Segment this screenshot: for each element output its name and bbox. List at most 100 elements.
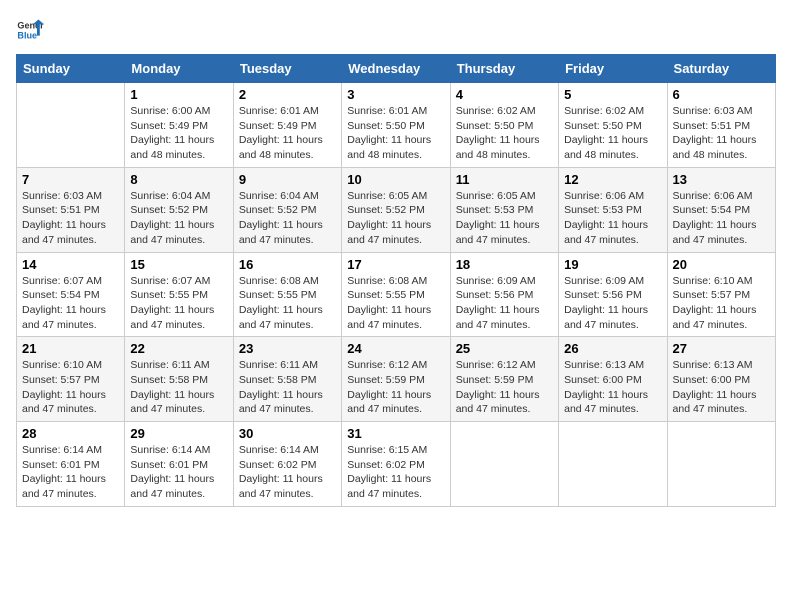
calendar-day-cell [17, 83, 125, 168]
day-number: 31 [347, 426, 444, 441]
calendar-header-cell: Wednesday [342, 55, 450, 83]
calendar-day-cell: 10 Sunrise: 6:05 AMSunset: 5:52 PMDayligh… [342, 167, 450, 252]
day-number: 23 [239, 341, 336, 356]
calendar-day-cell: 20 Sunrise: 6:10 AMSunset: 5:57 PMDayligh… [667, 252, 775, 337]
calendar-day-cell: 27Sunrise: 6:13 AMSunset: 6:00 PMDayligh… [667, 337, 775, 422]
calendar-day-cell: 31 Sunrise: 6:15 AMSunset: 6:02 PMDayligh… [342, 422, 450, 507]
calendar-day-cell: 14 Sunrise: 6:07 AMSunset: 5:54 PMDayligh… [17, 252, 125, 337]
calendar-day-cell: 4 Sunrise: 6:02 AMSunset: 5:50 PMDaylight… [450, 83, 558, 168]
calendar-header-cell: Thursday [450, 55, 558, 83]
day-number: 4 [456, 87, 553, 102]
day-info: Sunrise: 6:04 AMSunset: 5:52 PMDaylight:… [130, 189, 227, 248]
day-number: 9 [239, 172, 336, 187]
svg-text:Blue: Blue [17, 30, 37, 40]
day-number: 13 [673, 172, 770, 187]
calendar-day-cell: 8 Sunrise: 6:04 AMSunset: 5:52 PMDaylight… [125, 167, 233, 252]
calendar-header-cell: Friday [559, 55, 667, 83]
day-number: 27 [673, 341, 770, 356]
calendar-day-cell: 26 Sunrise: 6:13 AMSunset: 6:00 PMDayligh… [559, 337, 667, 422]
calendar-week-row: 28 Sunrise: 6:14 AMSunset: 6:01 PMDayligh… [17, 422, 776, 507]
calendar-week-row: 21Sunrise: 6:10 AMSunset: 5:57 PMDayligh… [17, 337, 776, 422]
day-info: Sunrise: 6:06 AMSunset: 5:53 PMDaylight:… [564, 189, 661, 248]
calendar-day-cell: 24Sunrise: 6:12 AMSunset: 5:59 PMDayligh… [342, 337, 450, 422]
day-number: 20 [673, 257, 770, 272]
calendar-day-cell: 13 Sunrise: 6:06 AMSunset: 5:54 PMDayligh… [667, 167, 775, 252]
day-number: 16 [239, 257, 336, 272]
calendar-day-cell: 17 Sunrise: 6:08 AMSunset: 5:55 PMDayligh… [342, 252, 450, 337]
calendar-day-cell: 5Sunrise: 6:02 AMSunset: 5:50 PMDaylight… [559, 83, 667, 168]
day-number: 22 [130, 341, 227, 356]
day-info: Sunrise: 6:14 AMSunset: 6:01 PMDaylight:… [130, 443, 227, 502]
calendar-header-cell: Monday [125, 55, 233, 83]
calendar-day-cell: 3 Sunrise: 6:01 AMSunset: 5:50 PMDaylight… [342, 83, 450, 168]
day-info: Sunrise: 6:09 AMSunset: 5:56 PMDaylight:… [456, 274, 553, 333]
day-info: Sunrise: 6:13 AMSunset: 6:00 PMDaylight:… [564, 358, 661, 417]
day-info: Sunrise: 6:11 AMSunset: 5:58 PMDaylight:… [130, 358, 227, 417]
day-info: Sunrise: 6:02 AMSunset: 5:50 PMDaylight:… [456, 104, 553, 163]
day-number: 29 [130, 426, 227, 441]
day-number: 18 [456, 257, 553, 272]
day-info: Sunrise: 6:09 AMSunset: 5:56 PMDaylight:… [564, 274, 661, 333]
day-info: Sunrise: 6:11 AMSunset: 5:58 PMDaylight:… [239, 358, 336, 417]
calendar-day-cell: 15Sunrise: 6:07 AMSunset: 5:55 PMDayligh… [125, 252, 233, 337]
calendar-header-row: SundayMondayTuesdayWednesdayThursdayFrid… [17, 55, 776, 83]
day-number: 7 [22, 172, 119, 187]
day-number: 2 [239, 87, 336, 102]
day-info: Sunrise: 6:03 AMSunset: 5:51 PMDaylight:… [22, 189, 119, 248]
logo: General Blue [16, 16, 44, 44]
day-number: 11 [456, 172, 553, 187]
calendar-body: 1 Sunrise: 6:00 AMSunset: 5:49 PMDaylight… [17, 83, 776, 507]
day-info: Sunrise: 6:08 AMSunset: 5:55 PMDaylight:… [239, 274, 336, 333]
day-info: Sunrise: 6:12 AMSunset: 5:59 PMDaylight:… [456, 358, 553, 417]
calendar-week-row: 1 Sunrise: 6:00 AMSunset: 5:49 PMDaylight… [17, 83, 776, 168]
day-info: Sunrise: 6:14 AMSunset: 6:01 PMDaylight:… [22, 443, 119, 502]
calendar-day-cell: 25Sunrise: 6:12 AMSunset: 5:59 PMDayligh… [450, 337, 558, 422]
calendar-day-cell: 18 Sunrise: 6:09 AMSunset: 5:56 PMDayligh… [450, 252, 558, 337]
day-number: 10 [347, 172, 444, 187]
day-number: 30 [239, 426, 336, 441]
calendar-day-cell: 7 Sunrise: 6:03 AMSunset: 5:51 PMDaylight… [17, 167, 125, 252]
day-number: 24 [347, 341, 444, 356]
day-info: Sunrise: 6:03 AMSunset: 5:51 PMDaylight:… [673, 104, 770, 163]
calendar-day-cell: 2 Sunrise: 6:01 AMSunset: 5:49 PMDaylight… [233, 83, 341, 168]
day-info: Sunrise: 6:15 AMSunset: 6:02 PMDaylight:… [347, 443, 444, 502]
calendar-day-cell: 9Sunrise: 6:04 AMSunset: 5:52 PMDaylight… [233, 167, 341, 252]
day-info: Sunrise: 6:05 AMSunset: 5:52 PMDaylight:… [347, 189, 444, 248]
day-info: Sunrise: 6:08 AMSunset: 5:55 PMDaylight:… [347, 274, 444, 333]
day-info: Sunrise: 6:06 AMSunset: 5:54 PMDaylight:… [673, 189, 770, 248]
day-info: Sunrise: 6:07 AMSunset: 5:54 PMDaylight:… [22, 274, 119, 333]
day-info: Sunrise: 6:01 AMSunset: 5:49 PMDaylight:… [239, 104, 336, 163]
day-number: 15 [130, 257, 227, 272]
day-number: 28 [22, 426, 119, 441]
calendar-day-cell [450, 422, 558, 507]
calendar-day-cell: 30 Sunrise: 6:14 AMSunset: 6:02 PMDayligh… [233, 422, 341, 507]
calendar-day-cell: 19 Sunrise: 6:09 AMSunset: 5:56 PMDayligh… [559, 252, 667, 337]
day-number: 1 [130, 87, 227, 102]
day-number: 6 [673, 87, 770, 102]
calendar-header-cell: Sunday [17, 55, 125, 83]
day-number: 3 [347, 87, 444, 102]
header: General Blue [16, 16, 776, 44]
calendar-week-row: 7 Sunrise: 6:03 AMSunset: 5:51 PMDaylight… [17, 167, 776, 252]
day-number: 26 [564, 341, 661, 356]
day-info: Sunrise: 6:02 AMSunset: 5:50 PMDaylight:… [564, 104, 661, 163]
day-info: Sunrise: 6:00 AMSunset: 5:49 PMDaylight:… [130, 104, 227, 163]
day-info: Sunrise: 6:01 AMSunset: 5:50 PMDaylight:… [347, 104, 444, 163]
day-info: Sunrise: 6:10 AMSunset: 5:57 PMDaylight:… [673, 274, 770, 333]
calendar-day-cell: 23 Sunrise: 6:11 AMSunset: 5:58 PMDayligh… [233, 337, 341, 422]
day-number: 14 [22, 257, 119, 272]
calendar-day-cell: 11Sunrise: 6:05 AMSunset: 5:53 PMDayligh… [450, 167, 558, 252]
calendar-day-cell: 1 Sunrise: 6:00 AMSunset: 5:49 PMDaylight… [125, 83, 233, 168]
day-number: 17 [347, 257, 444, 272]
calendar-day-cell: 21Sunrise: 6:10 AMSunset: 5:57 PMDayligh… [17, 337, 125, 422]
calendar-day-cell: 12 Sunrise: 6:06 AMSunset: 5:53 PMDayligh… [559, 167, 667, 252]
calendar-header-cell: Tuesday [233, 55, 341, 83]
day-info: Sunrise: 6:14 AMSunset: 6:02 PMDaylight:… [239, 443, 336, 502]
calendar-table: SundayMondayTuesdayWednesdayThursdayFrid… [16, 54, 776, 507]
day-number: 19 [564, 257, 661, 272]
calendar-day-cell: 29 Sunrise: 6:14 AMSunset: 6:01 PMDayligh… [125, 422, 233, 507]
day-number: 8 [130, 172, 227, 187]
calendar-day-cell [559, 422, 667, 507]
day-number: 12 [564, 172, 661, 187]
day-info: Sunrise: 6:10 AMSunset: 5:57 PMDaylight:… [22, 358, 119, 417]
